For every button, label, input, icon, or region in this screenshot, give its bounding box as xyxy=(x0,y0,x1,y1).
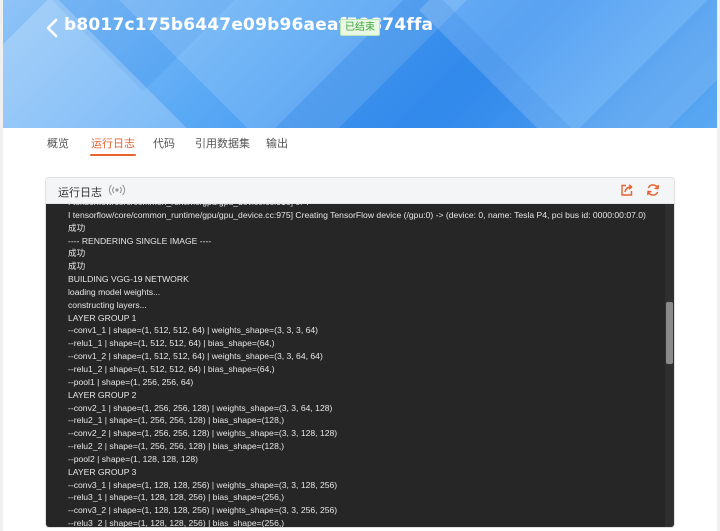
log-line: LAYER GROUP 3 xyxy=(68,466,137,477)
log-line: I tensorflow/core/common_runtime/gpu/gpu… xyxy=(68,209,646,220)
chevron-left-icon xyxy=(46,18,58,38)
back-button[interactable] xyxy=(43,17,63,39)
log-line: --conv2_2 | shape=(1, 256, 256, 128) | w… xyxy=(68,428,338,439)
run-log-panel: 运行日志 I tensorflow/core/common_runtime/gp… xyxy=(45,177,675,528)
run-log-title: 运行日志 xyxy=(58,186,102,199)
log-line: loading model weights... xyxy=(68,286,161,297)
log-lines: I tensorflow/core/common_runtime/gpu/gpu… xyxy=(68,204,658,527)
log-line: LAYER GROUP 2 xyxy=(68,389,137,400)
log-line: --relu1_1 | shape=(1, 512, 512, 64) | bi… xyxy=(68,338,275,349)
log-line: --relu3_1 | shape=(1, 128, 128, 256) | b… xyxy=(68,492,285,503)
log-line: --relu2_2 | shape=(1, 256, 256, 128) | b… xyxy=(68,441,285,452)
tab-output[interactable]: 输出 xyxy=(266,136,288,156)
log-line: --conv3_1 | shape=(1, 128, 128, 256) | w… xyxy=(68,479,338,490)
log-scrollbar-thumb[interactable] xyxy=(666,302,673,364)
log-line: 成功 xyxy=(68,222,86,233)
log-line: ---- RENDERING SINGLE IMAGE ---- xyxy=(68,235,212,246)
export-icon[interactable] xyxy=(620,183,634,197)
log-line: --conv1_2 | shape=(1, 512, 512, 64) | we… xyxy=(68,351,323,362)
log-line: --conv3_2 | shape=(1, 128, 128, 256) | w… xyxy=(68,505,338,516)
status-badge: 已结束 xyxy=(340,19,380,36)
run-log-output[interactable]: I tensorflow/core/common_runtime/gpu/gpu… xyxy=(46,204,674,527)
log-line: constructing layers... xyxy=(68,299,147,310)
log-scrollbar[interactable] xyxy=(665,204,674,527)
tab-overview[interactable]: 概览 xyxy=(47,136,69,156)
log-line: --conv2_1 | shape=(1, 256, 256, 128) | w… xyxy=(68,402,333,413)
log-line: --pool1 | shape=(1, 256, 256, 64) xyxy=(68,376,194,387)
log-line: LAYER GROUP 1 xyxy=(68,312,137,323)
tab-referenced-datasets[interactable]: 引用数据集 xyxy=(195,136,250,156)
tab-run-log[interactable]: 运行日志 xyxy=(90,136,136,156)
refresh-icon[interactable] xyxy=(646,183,660,197)
log-line: --relu3_2 | shape=(1, 128, 128, 256) | b… xyxy=(68,518,285,527)
log-line: BUILDING VGG-19 NETWORK xyxy=(68,274,189,285)
run-log-header: 运行日志 xyxy=(46,178,674,204)
log-line: 成功 xyxy=(68,248,86,259)
log-line: --relu2_1 | shape=(1, 256, 256, 128) | b… xyxy=(68,415,285,426)
live-broadcast-icon xyxy=(108,184,126,196)
tab-code[interactable]: 代码 xyxy=(153,136,175,156)
header-banner: b8017c175b6447e09b96aeaf59874ffa 已结束 xyxy=(3,0,717,128)
page: b8017c175b6447e09b96aeaf59874ffa 已结束 概览 … xyxy=(3,0,717,531)
log-line: --relu1_2 | shape=(1, 512, 512, 64) | bi… xyxy=(68,363,275,374)
log-line: --conv1_1 | shape=(1, 512, 512, 64) | we… xyxy=(68,325,319,336)
log-line: 成功 xyxy=(68,261,86,272)
log-line: --pool2 | shape=(1, 128, 128, 128) xyxy=(68,453,199,464)
